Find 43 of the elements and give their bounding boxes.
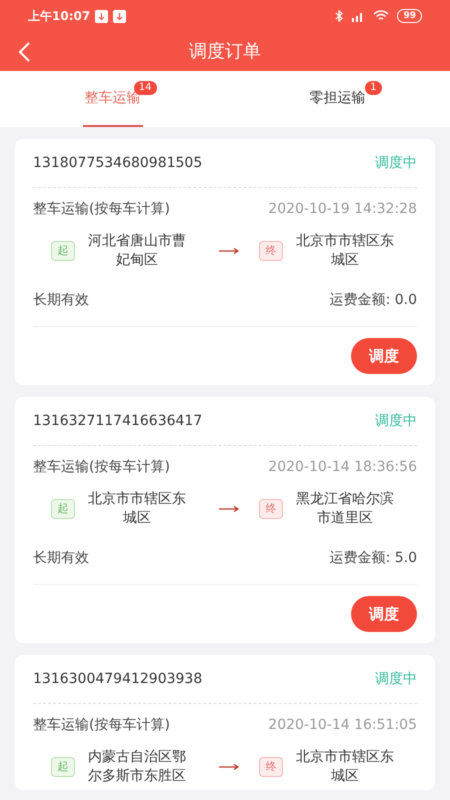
destination-tag: 终 [259,757,283,777]
count-badge: 1 [365,81,382,95]
destination-address: 北京市市辖区东城区 [295,232,395,270]
freight-amount: 运费金额: 5.0 [330,548,417,568]
transport-type: 整车运输(按每车计算) [33,716,170,734]
origin-address: 河北省唐山市曹妃甸区 [87,232,187,270]
order-time: 2020-10-14 18:36:56 [268,458,417,476]
back-icon[interactable] [18,42,30,62]
wifi-icon [373,10,390,22]
order-time: 2020-10-14 16:51:05 [268,716,417,734]
order-status: 调度中 [375,670,417,688]
validity-text: 长期有效 [33,548,89,568]
origin-tag: 起 [51,241,75,261]
origin-address: 内蒙古自治区鄂尔多斯市东胜区 [87,748,187,786]
order-number: 1316300479412903938 [33,670,202,688]
origin-tag: 起 [51,499,75,519]
freight-amount: 运费金额: 0.0 [330,290,417,310]
dispatch-button[interactable]: 调度 [351,596,417,632]
arrow-icon [219,506,239,512]
origin-tag: 起 [51,757,75,777]
status-time: 上午10:07 [28,8,90,25]
origin-address: 北京市市辖区东城区 [87,490,187,528]
arrow-icon [219,248,239,254]
bluetooth-icon [335,10,344,22]
download-icon [113,10,126,22]
order-number: 1316327117416636417 [33,412,202,430]
destination-tag: 终 [259,241,283,261]
destination-address: 北京市市辖区东城区 [295,748,395,786]
battery-indicator: 99 [397,9,422,23]
arrow-icon [219,764,239,770]
download-icon [95,10,108,22]
transport-type: 整车运输(按每车计算) [33,458,170,476]
page-title: 调度订单 [189,40,261,64]
validity-text: 长期有效 [33,290,89,310]
order-time: 2020-10-19 14:32:28 [268,200,417,218]
order-status: 调度中 [375,154,417,172]
destination-tag: 终 [259,499,283,519]
category-tab[interactable]: 零担运输 [308,71,368,127]
destination-address: 黑龙江省哈尔滨市道里区 [295,490,395,528]
order-status: 调度中 [375,412,417,430]
transport-type: 整车运输(按每车计算) [33,200,170,218]
order-number: 1318077534680981505 [33,154,202,172]
dispatch-button[interactable]: 调度 [351,338,417,374]
